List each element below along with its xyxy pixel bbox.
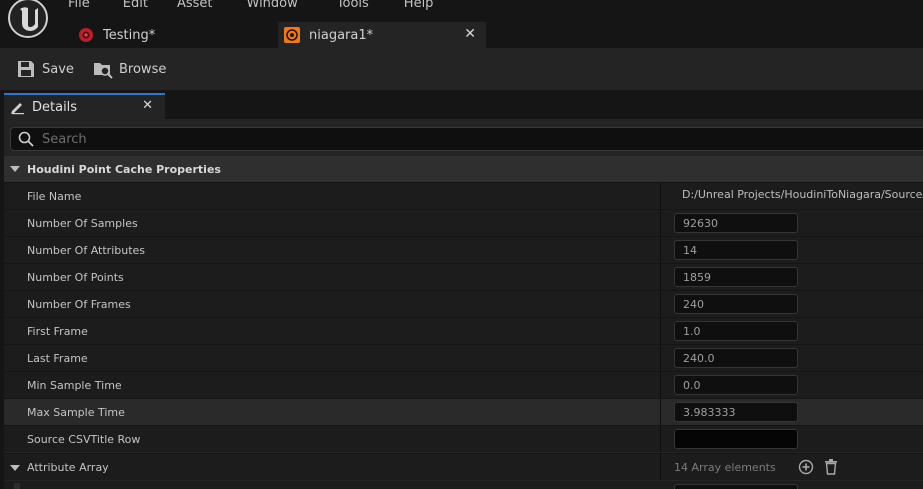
chevron-down-icon [10, 166, 20, 172]
number-of-frames-field[interactable]: 240 [674, 294, 798, 314]
array-element-count: 14 Array elements [674, 461, 776, 474]
property-name: Last Frame [27, 352, 88, 365]
property-row-max-sample-time: Max Sample Time 3.983333 [4, 398, 923, 425]
column-divider[interactable] [660, 210, 661, 236]
property-row-last-frame: Last Frame 240.0 [4, 344, 923, 371]
search-input[interactable]: Search [10, 127, 923, 151]
asset-toolbar: Save Browse [0, 48, 923, 90]
column-divider[interactable] [660, 454, 661, 480]
search-placeholder: Search [42, 131, 87, 147]
property-name: Number Of Samples [27, 217, 138, 230]
field-value: 92630 [683, 217, 718, 230]
save-label: Save [42, 61, 74, 77]
menu-window[interactable]: Window [247, 0, 298, 14]
property-name: Max Sample Time [27, 406, 125, 419]
property-row-first-frame: First Frame 1.0 [4, 317, 923, 344]
number-of-attributes-field[interactable]: 14 [674, 240, 798, 260]
menu-edit[interactable]: Edit [123, 0, 148, 14]
field-value: 240 [683, 298, 704, 311]
property-name: Number Of Attributes [27, 244, 146, 257]
column-divider[interactable] [660, 318, 661, 344]
property-row-source-csv-title-row: Source CSVTitle Row [4, 425, 923, 452]
chevron-down-icon[interactable] [10, 463, 20, 473]
field-value: 14 [683, 244, 697, 257]
browse-button[interactable]: Browse [93, 59, 166, 79]
niagara-system-icon [79, 28, 93, 42]
property-name: Attribute Array [27, 461, 109, 474]
field-value: 1.0 [683, 325, 701, 338]
row-handle [14, 483, 20, 489]
last-frame-field[interactable]: 240.0 [674, 348, 798, 368]
browse-label: Browse [119, 61, 167, 77]
menu-file[interactable]: File [68, 0, 90, 14]
property-name: Number Of Frames [27, 298, 131, 311]
property-row-number-of-points: Number Of Points 1859 [4, 263, 923, 290]
property-name: File Name [27, 190, 82, 203]
close-icon[interactable]: ✕ [464, 26, 476, 42]
source-csv-title-row-field[interactable] [674, 429, 798, 449]
property-row-number-of-samples: Number Of Samples 92630 [4, 209, 923, 236]
array-element-field[interactable] [674, 484, 798, 489]
first-frame-field[interactable]: 1.0 [674, 321, 798, 341]
pencil-icon [11, 103, 24, 115]
main-menu: File Edit Asset Window Tools Help [68, 0, 462, 14]
save-button[interactable]: Save [16, 59, 74, 79]
tab-niagara1[interactable]: niagara1* ✕ [278, 22, 486, 48]
max-sample-time-field[interactable]: 3.983333 [674, 402, 798, 422]
column-divider[interactable] [660, 183, 661, 209]
search-icon [18, 131, 34, 147]
field-value: 1859 [683, 271, 711, 284]
houdini-point-cache-icon [284, 27, 300, 43]
min-sample-time-field[interactable]: 0.0 [674, 375, 798, 395]
property-name: Number Of Points [27, 271, 124, 284]
property-row-file-name: File Name D:/Unreal Projects/HoudiniToNi… [4, 182, 923, 209]
column-divider[interactable] [660, 345, 661, 371]
tab-testing[interactable]: Testing* [72, 22, 272, 48]
column-divider[interactable] [660, 264, 661, 290]
column-divider[interactable] [660, 237, 661, 263]
property-name: Source CSVTitle Row [27, 433, 141, 446]
column-divider[interactable] [660, 291, 661, 317]
browse-icon [94, 63, 113, 79]
category-label: Houdini Point Cache Properties [27, 162, 221, 176]
trash-icon[interactable] [824, 459, 838, 475]
field-value: 0.0 [683, 379, 701, 392]
save-icon [18, 61, 34, 77]
menu-help[interactable]: Help [404, 0, 434, 14]
menu-asset[interactable]: Asset [177, 0, 213, 14]
unreal-engine-logo-icon[interactable] [5, 0, 51, 42]
add-element-icon[interactable] [798, 459, 814, 475]
property-row-min-sample-time: Min Sample Time 0.0 [4, 371, 923, 398]
column-divider[interactable] [660, 426, 661, 452]
field-value: 240.0 [683, 352, 715, 365]
array-element-row-partial [4, 481, 923, 489]
file-name-value: D:/Unreal Projects/HoudiniToNiagara/Sour… [682, 188, 923, 201]
number-of-points-field[interactable]: 1859 [674, 267, 798, 287]
column-divider[interactable] [660, 399, 661, 425]
property-row-attribute-array[interactable]: Attribute Array 14 Array elements [4, 453, 923, 480]
details-tab-label: Details [32, 99, 78, 115]
category-houdini-point-cache-properties[interactable]: Houdini Point Cache Properties [4, 156, 923, 182]
number-of-samples-field[interactable]: 92630 [674, 213, 798, 233]
tab-details[interactable]: Details ✕ [4, 93, 165, 119]
field-value: 3.983333 [683, 406, 736, 419]
menu-tools[interactable]: Tools [337, 0, 369, 14]
property-name: Min Sample Time [27, 379, 122, 392]
column-divider[interactable] [660, 372, 661, 398]
property-row-number-of-attributes: Number Of Attributes 14 [4, 236, 923, 263]
property-name: First Frame [27, 325, 88, 338]
close-icon[interactable]: ✕ [142, 98, 153, 113]
property-row-number-of-frames: Number Of Frames 240 [4, 290, 923, 317]
tab-label: niagara1* [309, 27, 374, 43]
tab-label: Testing* [103, 27, 156, 43]
title-bar: File Edit Asset Window Tools Help Testin… [0, 0, 923, 48]
